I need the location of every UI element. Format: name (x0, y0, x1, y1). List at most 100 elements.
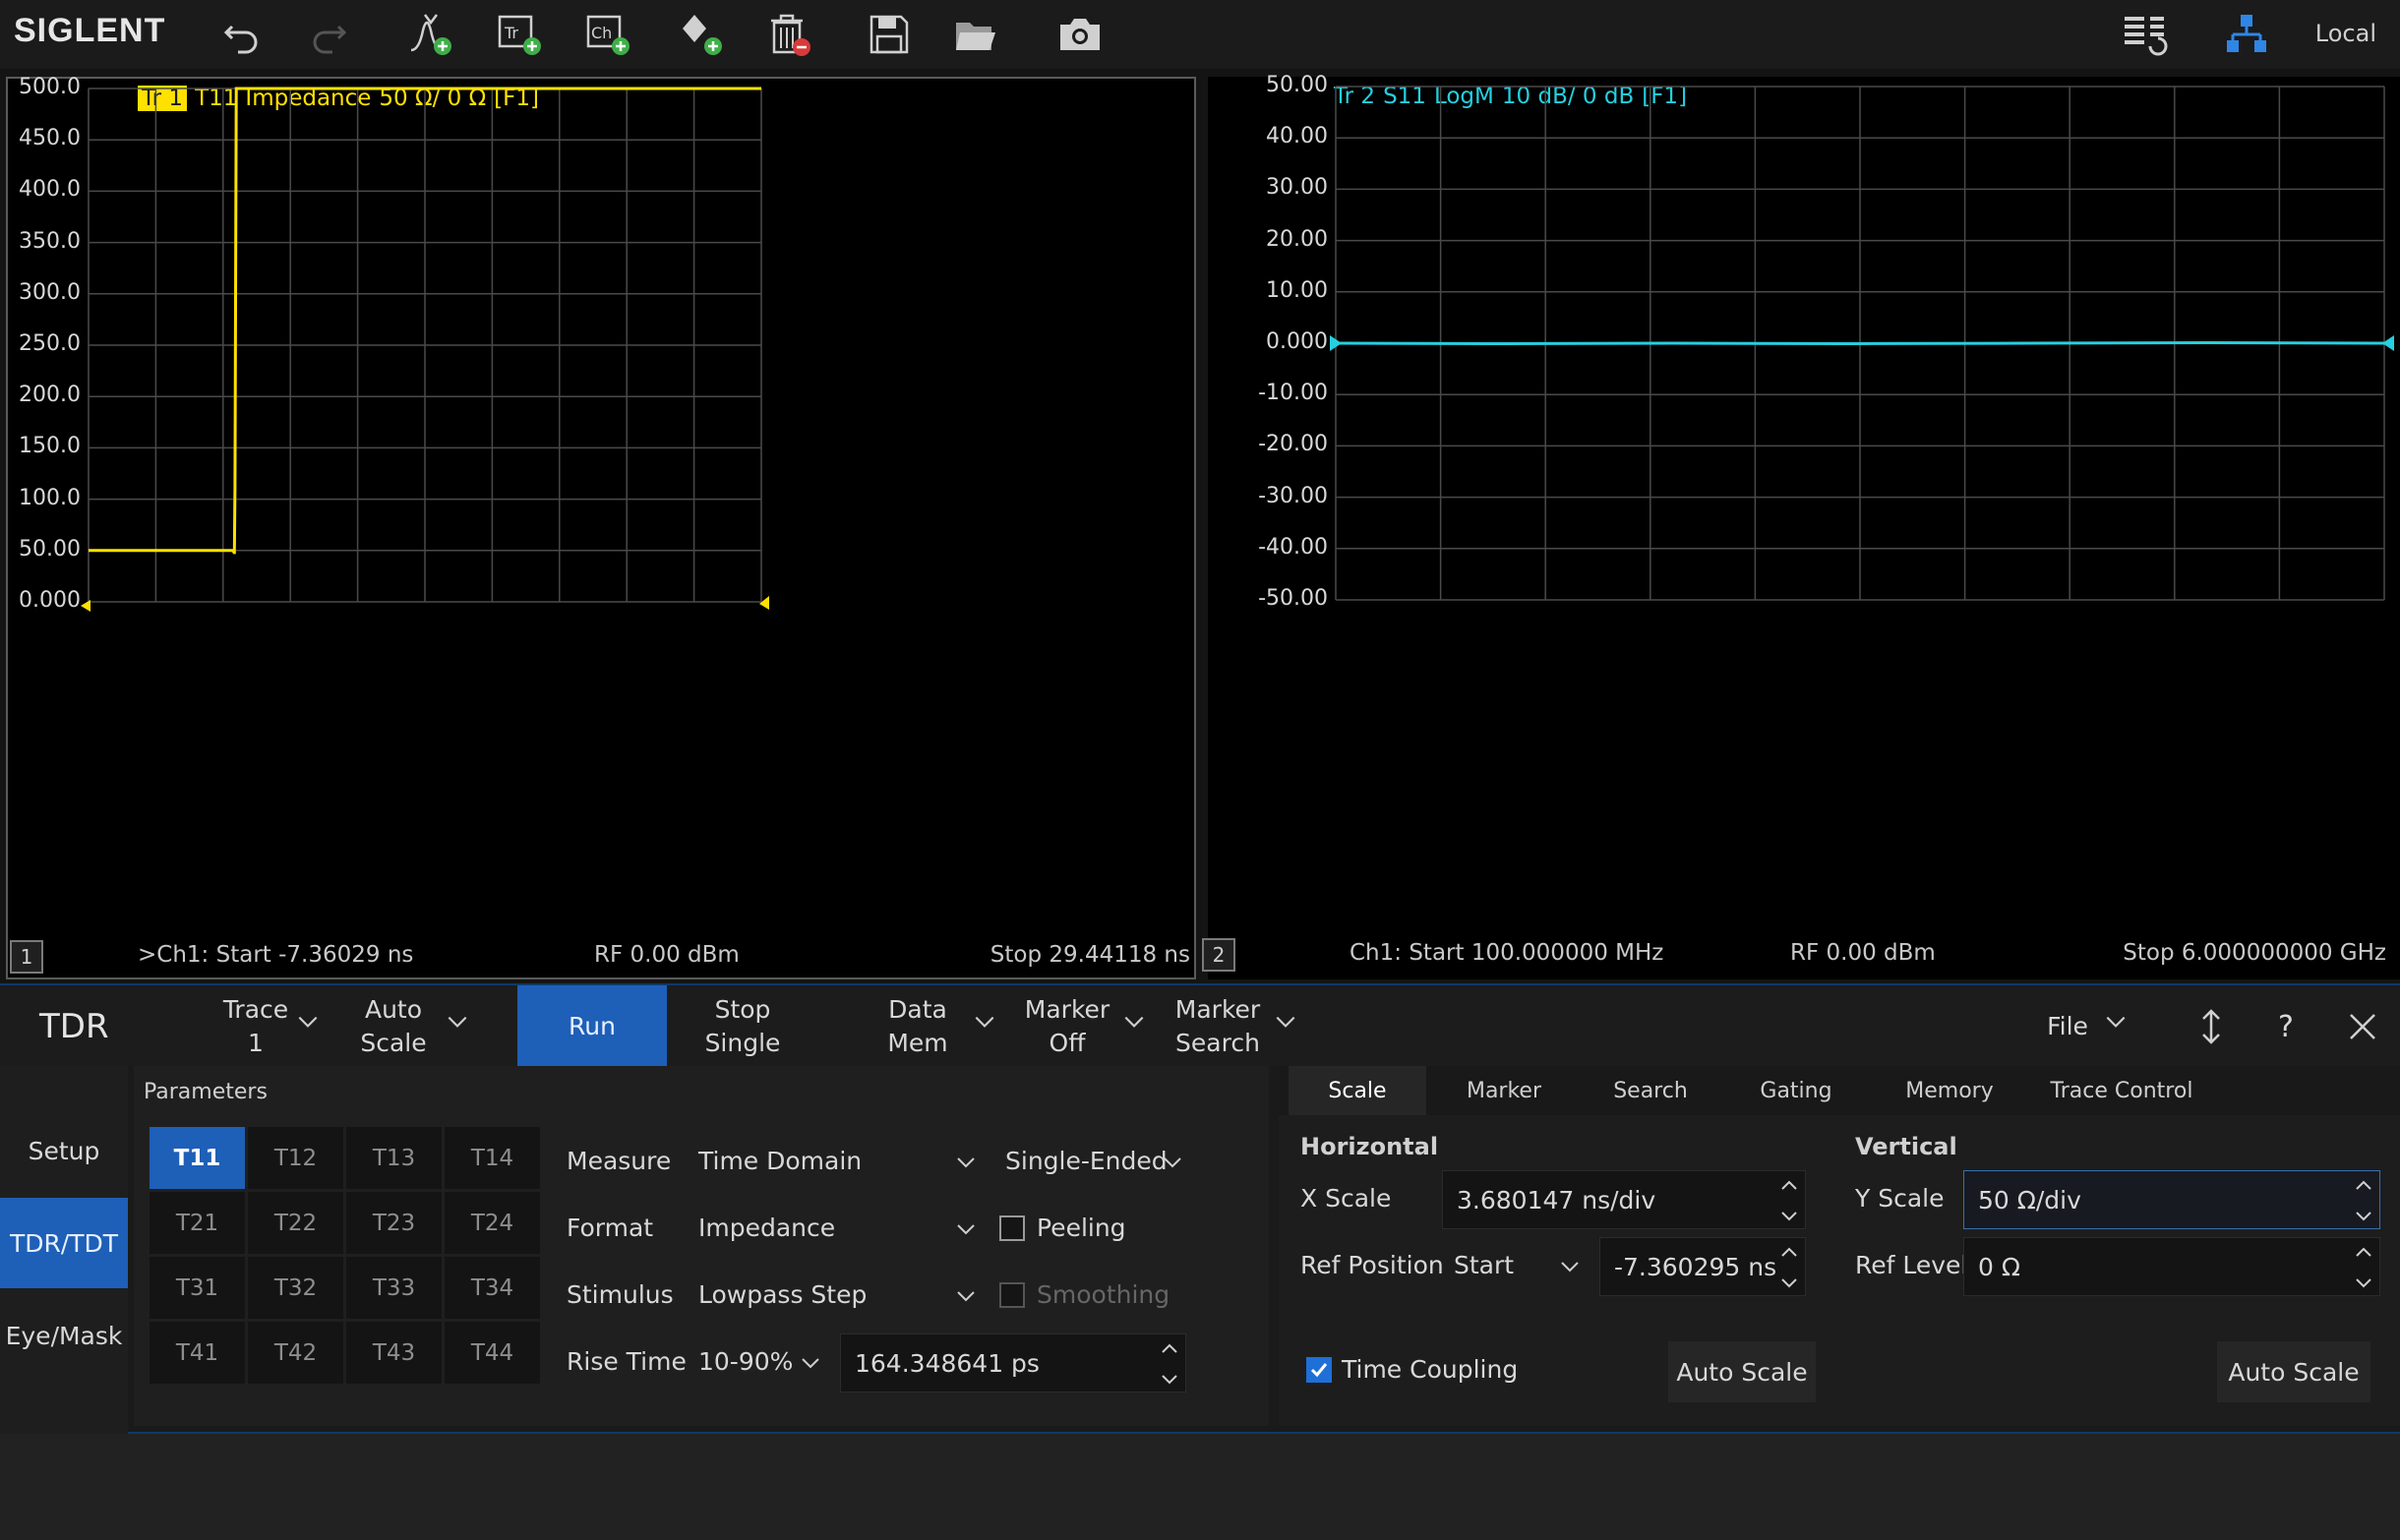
stimulus-select[interactable]: Lowpass Step (698, 1280, 867, 1309)
param-cell-t12[interactable]: T12 (248, 1127, 343, 1189)
chevron-down-icon[interactable] (954, 1217, 978, 1241)
side-tab-eye-mask[interactable]: Eye/Mask (0, 1290, 128, 1381)
marker-off-button[interactable]: Marker Off (1013, 985, 1121, 1068)
param-cell-t32[interactable]: T32 (248, 1257, 343, 1319)
tab-memory[interactable]: Memory (1873, 1066, 2026, 1115)
y-scale-input[interactable]: 50 Ω/div (1963, 1170, 2380, 1229)
stop-label: Stop (714, 995, 771, 1024)
camera-icon[interactable] (1052, 8, 1108, 61)
add-marker-icon[interactable] (403, 8, 458, 61)
spin-arrows-icon[interactable] (1779, 1240, 1799, 1295)
param-cell-t41[interactable]: T41 (150, 1322, 245, 1384)
y-tick-label: 0.000 (19, 588, 81, 613)
x-scale-input[interactable]: 3.680147 ns/div (1442, 1170, 1806, 1229)
format-select[interactable]: Impedance (698, 1214, 835, 1242)
param-cell-t13[interactable]: T13 (346, 1127, 442, 1189)
network-icon[interactable] (2219, 8, 2274, 61)
tab-scale[interactable]: Scale (1289, 1066, 1426, 1115)
chevron-down-icon[interactable] (1558, 1255, 1582, 1278)
param-cell-t21[interactable]: T21 (150, 1192, 245, 1254)
tab-gating[interactable]: Gating (1719, 1066, 1873, 1115)
marker-off-label-2: Off (1049, 1029, 1086, 1057)
add-fill-icon[interactable] (675, 8, 730, 61)
chevron-down-icon[interactable] (799, 1351, 822, 1375)
chevron-down-icon[interactable] (445, 1009, 470, 1035)
y-tick-label: -40.00 (1258, 534, 1328, 560)
param-cell-t24[interactable]: T24 (445, 1192, 540, 1254)
open-folder-icon[interactable] (948, 8, 1003, 61)
spin-arrows-icon[interactable] (2354, 1173, 2373, 1228)
file-menu-button[interactable]: File (2036, 985, 2099, 1068)
run-button[interactable]: Run (517, 985, 667, 1068)
param-cell-t31[interactable]: T31 (150, 1257, 245, 1319)
chevron-down-icon[interactable] (954, 1284, 978, 1308)
y-tick-label: 20.00 (1266, 226, 1328, 252)
help-icon[interactable]: ? (2266, 1005, 2306, 1048)
plot-grid (88, 88, 762, 603)
param-cell-t44[interactable]: T44 (445, 1322, 540, 1384)
rise-time-mode-select[interactable]: 10-90% (698, 1347, 793, 1376)
time-coupling-checkbox[interactable] (1306, 1357, 1332, 1383)
param-cell-t33[interactable]: T33 (346, 1257, 442, 1319)
param-cell-t23[interactable]: T23 (346, 1192, 442, 1254)
channel1-box[interactable]: 1 (10, 940, 43, 974)
undo-icon[interactable] (214, 8, 270, 61)
trace2-panel[interactable]: 2 Tr 2 S11 LogM 10 dB/ 0 dB [F1] 50.00 40.00 3… (1202, 73, 2400, 979)
local-status: Local (2314, 20, 2376, 47)
format-label: Format (567, 1214, 654, 1242)
ref-position-input[interactable]: -7.360295 ns (1599, 1237, 1806, 1296)
param-cell-t14[interactable]: T14 (445, 1127, 540, 1189)
side-tabs: Setup TDR/TDT Eye/Mask (0, 1066, 128, 1434)
param-cell-t22[interactable]: T22 (248, 1192, 343, 1254)
rise-time-value: 164.348641 ps (855, 1348, 1040, 1378)
marker-search-button[interactable]: Marker Search (1163, 985, 1273, 1068)
layout-icon[interactable] (2117, 8, 2172, 61)
peeling-checkbox[interactable] (999, 1215, 1025, 1241)
trace-select-label: Trace (222, 995, 289, 1024)
side-tab-setup[interactable]: Setup (0, 1105, 128, 1196)
y-tick-label: 500.0 (19, 75, 81, 99)
chevron-down-icon[interactable] (2103, 1009, 2129, 1035)
marker-off-label-1: Marker (1024, 995, 1110, 1024)
spin-arrows-icon[interactable] (1779, 1173, 1799, 1228)
measure-select[interactable]: Time Domain (698, 1147, 862, 1175)
chevron-down-icon[interactable] (1161, 1151, 1184, 1174)
chevron-down-icon[interactable] (1121, 1009, 1147, 1035)
horizontal-auto-scale-button[interactable]: Auto Scale (1668, 1341, 1816, 1402)
tab-search[interactable]: Search (1582, 1066, 1719, 1115)
resize-icon[interactable] (2191, 1005, 2231, 1048)
side-tab-tdr-tdt[interactable]: TDR/TDT (0, 1198, 128, 1288)
tab-marker[interactable]: Marker (1426, 1066, 1582, 1115)
chevron-down-icon[interactable] (954, 1151, 978, 1174)
ref-level-input[interactable]: 0 Ω (1963, 1237, 2380, 1296)
trace2-stop-label: Stop 6.000000000 GHz (2123, 940, 2386, 966)
chevron-down-icon[interactable] (295, 1009, 321, 1035)
save-icon[interactable] (862, 8, 917, 61)
vertical-auto-scale-button[interactable]: Auto Scale (2217, 1341, 2370, 1402)
chevron-down-icon[interactable] (1273, 1009, 1298, 1035)
param-cell-t43[interactable]: T43 (346, 1322, 442, 1384)
data-mem-button[interactable]: Data Mem (866, 985, 970, 1068)
delete-icon[interactable] (761, 8, 816, 61)
file-label: File (2047, 1012, 2088, 1040)
rise-time-input[interactable]: 164.348641 ps (840, 1333, 1186, 1392)
param-cell-t11[interactable]: T11 (150, 1127, 245, 1189)
chevron-down-icon[interactable] (972, 1009, 997, 1035)
add-trace-icon[interactable]: Tr (492, 8, 547, 61)
single-label: Single (704, 1029, 781, 1057)
marker-search-label-1: Marker (1174, 995, 1261, 1024)
ended-select[interactable]: Single-Ended (1005, 1147, 1168, 1175)
trace1-start-label: >Ch1: Start -7.36029 ns (138, 942, 414, 968)
stop-single-button[interactable]: Stop Single (669, 985, 816, 1068)
tab-trace-control[interactable]: Trace Control (2026, 1066, 2217, 1115)
spin-arrows-icon[interactable] (2354, 1240, 2373, 1295)
ref-position-mode-select[interactable]: Start (1454, 1251, 1514, 1279)
redo-icon[interactable] (301, 8, 356, 61)
trace1-panel[interactable]: Tr 1 T11 Impedance 50 Ω/ 0 Ω [F1] 500.0 450.0… (6, 75, 1196, 979)
auto-scale-menu-button[interactable]: Auto Scale (344, 985, 443, 1068)
close-icon[interactable] (2343, 1005, 2382, 1048)
spin-arrows-icon[interactable] (1160, 1336, 1179, 1392)
param-cell-t34[interactable]: T34 (445, 1257, 540, 1319)
param-cell-t42[interactable]: T42 (248, 1322, 343, 1384)
add-channel-icon[interactable]: Ch (580, 8, 635, 61)
